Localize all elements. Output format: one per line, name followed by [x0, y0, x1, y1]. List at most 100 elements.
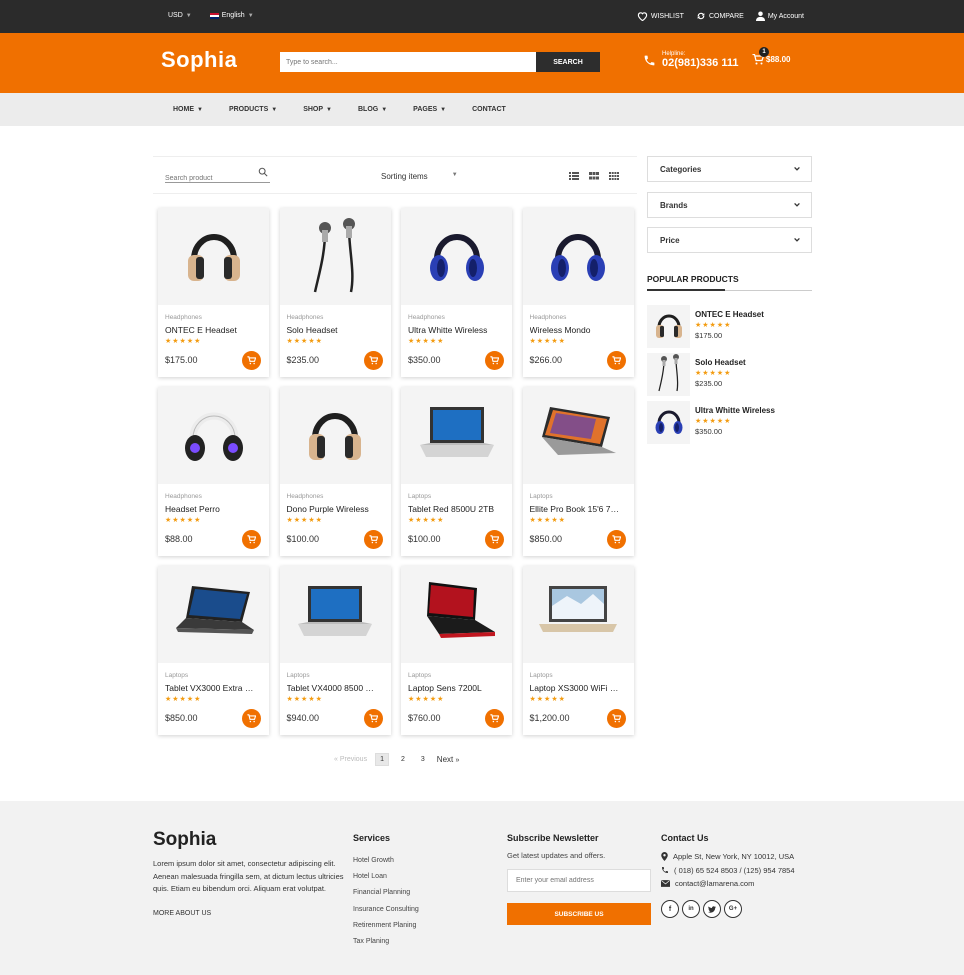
service-link[interactable]: Financial Planning — [353, 885, 419, 901]
page-2-link[interactable]: 2 — [397, 754, 409, 765]
grid-view-icon[interactable] — [589, 172, 599, 180]
footer-logo[interactable]: Sophia — [153, 829, 216, 851]
product-name[interactable]: Laptop Sens 7200L — [408, 683, 504, 693]
next-page-link[interactable]: Next » — [437, 755, 460, 764]
product-image[interactable] — [279, 566, 391, 663]
product-name[interactable]: Solo Headset — [287, 325, 383, 335]
product-name[interactable]: Tablet Red 8500U 2TB — [408, 504, 504, 514]
add-to-cart-button[interactable] — [242, 530, 261, 549]
product-name[interactable]: Headset Perro — [165, 504, 261, 514]
nav-item-contact[interactable]: CONTACT — [472, 106, 506, 113]
linkedin-icon[interactable]: in — [682, 900, 700, 918]
product-card[interactable]: Laptops Ellite Pro Book 15'6 7… ★★★★★ $8… — [522, 387, 634, 556]
product-image[interactable] — [401, 566, 512, 663]
product-image[interactable] — [522, 387, 634, 484]
product-category[interactable]: Laptops — [165, 672, 188, 679]
wishlist-link[interactable]: WISHLIST — [637, 11, 684, 21]
product-category[interactable]: Laptops — [530, 672, 553, 679]
add-to-cart-button[interactable] — [606, 530, 626, 549]
popular-product-name[interactable]: Ultra Whitte Wireless — [695, 406, 775, 415]
filter-price[interactable]: Price — [647, 227, 812, 253]
compare-link[interactable]: COMPARE — [696, 11, 744, 21]
language-selector[interactable]: English ▼ — [209, 12, 254, 19]
subscribe-button[interactable]: SUBSCRIBE US — [507, 903, 651, 925]
product-card[interactable]: Headphones ONTEC E Headset ★★★★★ $175.00 — [158, 208, 269, 377]
add-to-cart-button[interactable] — [242, 709, 261, 728]
product-card[interactable]: Headphones Dono Purple Wireless ★★★★★ $1… — [279, 387, 391, 556]
product-card[interactable]: Headphones Wireless Mondo ★★★★★ $266.00 — [522, 208, 634, 377]
product-category[interactable]: Laptops — [408, 672, 431, 679]
product-category[interactable]: Headphones — [287, 493, 324, 500]
email-text[interactable]: contact@lamarena.com — [675, 877, 754, 891]
product-card[interactable]: Headphones Solo Headset ★★★★★ $235.00 — [279, 208, 391, 377]
newsletter-email-input[interactable] — [507, 869, 651, 892]
product-category[interactable]: Headphones — [165, 314, 202, 321]
product-name[interactable]: Dono Purple Wireless — [287, 504, 383, 514]
filter-categories[interactable]: Categories — [647, 156, 812, 182]
product-image[interactable] — [158, 208, 269, 305]
product-image[interactable] — [401, 208, 512, 305]
grid-compact-icon[interactable] — [609, 172, 619, 180]
popular-product-item[interactable]: Ultra Whitte Wireless ★★★★★ $350.00 — [647, 401, 812, 444]
product-card[interactable]: Laptops Tablet VX3000 Extra … ★★★★★ $850… — [158, 566, 269, 735]
popular-product-item[interactable]: ONTEC E Headset ★★★★★ $175.00 — [647, 305, 812, 348]
nav-item-shop[interactable]: SHOP ▼ — [303, 106, 332, 113]
product-card[interactable]: Laptops Laptop Sens 7200L ★★★★★ $760.00 — [401, 566, 512, 735]
more-about-link[interactable]: MORE ABOUT US — [153, 910, 211, 917]
currency-selector[interactable]: USD ▼ — [168, 12, 192, 19]
product-card[interactable]: Headphones Ultra Whitte Wireless ★★★★★ $… — [401, 208, 512, 377]
facebook-icon[interactable]: f — [661, 900, 679, 918]
product-card[interactable]: Laptops Laptop XS3000 WiFi … ★★★★★ $1,20… — [522, 566, 634, 735]
filter-brands[interactable]: Brands — [647, 191, 812, 218]
search-input[interactable] — [280, 52, 536, 72]
list-view-icon[interactable] — [569, 172, 579, 180]
product-name[interactable]: Tablet VX4000 8500 … — [287, 683, 383, 693]
popular-product-thumb[interactable] — [647, 353, 690, 396]
add-to-cart-button[interactable] — [363, 530, 383, 549]
product-name[interactable]: Wireless Mondo — [530, 325, 626, 335]
product-name[interactable]: Ellite Pro Book 15'6 7… — [530, 504, 626, 514]
site-logo[interactable]: Sophia — [161, 47, 237, 73]
add-to-cart-button[interactable] — [606, 709, 626, 728]
account-link[interactable]: My Account — [755, 11, 804, 21]
service-link[interactable]: Hotel Growth — [353, 853, 419, 869]
previous-page-link[interactable]: « Previous — [334, 756, 367, 763]
nav-item-pages[interactable]: PAGES ▼ — [413, 106, 446, 113]
popular-product-item[interactable]: Solo Headset ★★★★★ $235.00 — [647, 353, 812, 396]
add-to-cart-button[interactable] — [363, 709, 383, 728]
nav-item-home[interactable]: HOME ▼ — [173, 106, 203, 113]
product-name[interactable]: Laptop XS3000 WiFi … — [530, 683, 626, 693]
product-category[interactable]: Laptops — [408, 493, 431, 500]
product-card[interactable]: Laptops Tablet Red 8500U 2TB ★★★★★ $100.… — [401, 387, 512, 556]
popular-product-name[interactable]: ONTEC E Headset — [695, 310, 764, 319]
nav-item-blog[interactable]: BLOG ▼ — [358, 106, 387, 113]
product-image[interactable] — [401, 387, 512, 484]
product-image[interactable] — [522, 566, 634, 663]
add-to-cart-button[interactable] — [485, 709, 504, 728]
popular-product-thumb[interactable] — [647, 305, 690, 348]
service-link[interactable]: Insurance Consulting — [353, 902, 419, 918]
add-to-cart-button[interactable] — [606, 351, 626, 370]
google-plus-icon[interactable]: G+ — [724, 900, 742, 918]
product-category[interactable]: Laptops — [287, 672, 310, 679]
add-to-cart-button[interactable] — [242, 351, 261, 370]
nav-item-products[interactable]: PRODUCTS ▼ — [229, 106, 277, 113]
product-image[interactable] — [522, 208, 634, 305]
product-name[interactable]: Ultra Whitte Wireless — [408, 325, 504, 335]
service-link[interactable]: Retirenment Planing — [353, 918, 419, 934]
product-image[interactable] — [279, 208, 391, 305]
service-link[interactable]: Hotel Loan — [353, 869, 419, 885]
search-button[interactable]: SEARCH — [536, 52, 600, 72]
product-image[interactable] — [158, 566, 269, 663]
popular-product-thumb[interactable] — [647, 401, 690, 444]
product-category[interactable]: Headphones — [165, 493, 202, 500]
product-category[interactable]: Headphones — [408, 314, 445, 321]
twitter-icon[interactable] — [703, 900, 721, 918]
product-card[interactable]: Laptops Tablet VX4000 8500 … ★★★★★ $940.… — [279, 566, 391, 735]
product-name[interactable]: ONTEC E Headset — [165, 325, 261, 335]
product-search-input[interactable] — [165, 171, 253, 186]
sorting-dropdown[interactable]: Sorting items ▼ — [381, 172, 458, 181]
add-to-cart-button[interactable] — [363, 351, 383, 370]
product-category[interactable]: Headphones — [530, 314, 567, 321]
service-link[interactable]: Tax Planing — [353, 934, 419, 950]
